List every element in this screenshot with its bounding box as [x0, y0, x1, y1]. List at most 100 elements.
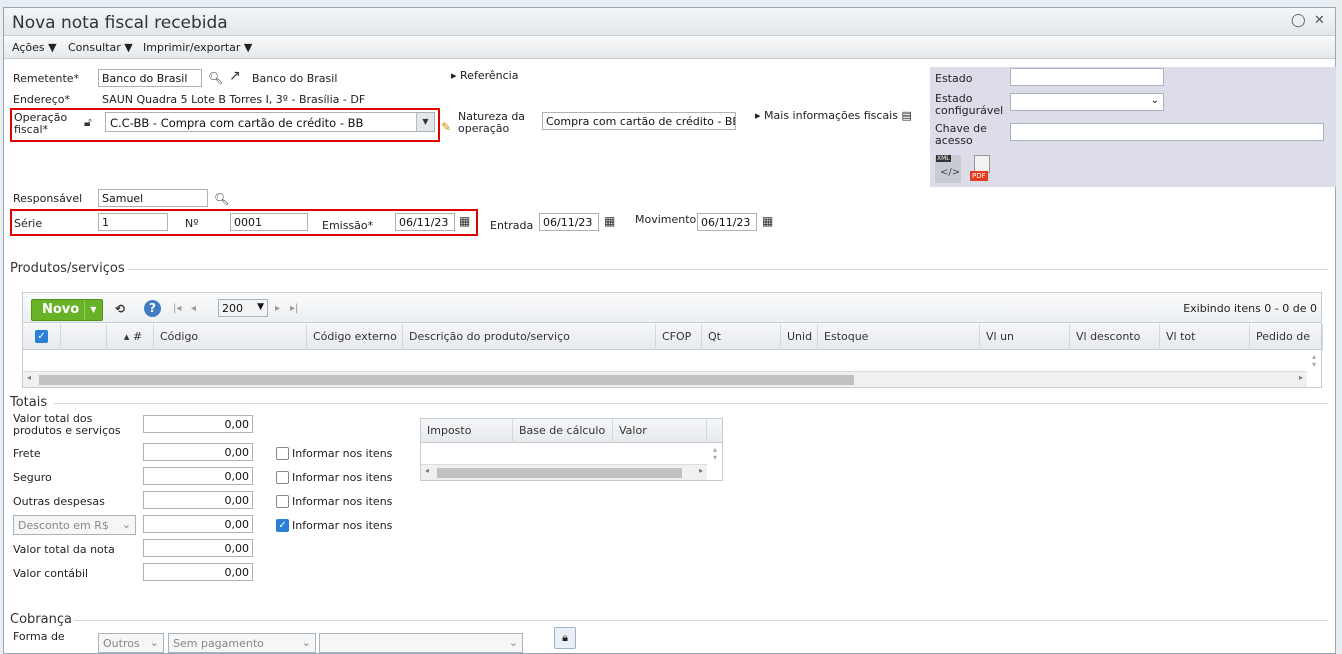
serie-input[interactable]: 1 [98, 213, 168, 231]
pencil-icon[interactable]: ✎ [441, 120, 451, 134]
desconto-type-select[interactable]: Desconto em R$ ⌄ [13, 515, 136, 535]
col-descricao[interactable]: Descrição do produto/serviço [403, 324, 656, 350]
numero-input[interactable]: 0001 [230, 213, 308, 231]
chevron-down-icon: ▼ [257, 302, 264, 312]
first-page-icon[interactable]: |◂ [173, 302, 181, 316]
remetente-link[interactable]: Banco do Brasil [252, 73, 337, 85]
col-estoque[interactable]: Estoque [818, 324, 980, 350]
valor-total-nota-input[interactable]: 0,00 [143, 539, 253, 557]
list-icon: ▤ [901, 109, 912, 122]
serie-label: Série [14, 217, 43, 230]
col-imposto[interactable]: Imposto [421, 419, 513, 443]
last-page-icon[interactable]: ▸| [290, 302, 298, 316]
forma-label: Forma de [13, 630, 65, 643]
operacao-select[interactable]: C.C-BB - Compra com cartão de crédito - … [105, 112, 435, 132]
close-icon[interactable]: ✕ [1314, 13, 1325, 28]
search-icon[interactable]: 🔍︎ [208, 71, 223, 85]
select-all-cell[interactable]: ✓ [23, 324, 61, 350]
seguro-input[interactable]: 0,00 [143, 467, 253, 485]
chevron-down-icon: ⌄ [301, 636, 311, 649]
valor-total-produtos-input[interactable]: 0,00 [143, 415, 253, 433]
xml-icon[interactable]: XML </> [935, 155, 961, 183]
calendar-icon[interactable]: ▦ [762, 214, 773, 228]
endereco-value: SAUN Quadra 5 Lote B Torres I, 3º - Bras… [102, 93, 366, 106]
remetente-input[interactable]: Banco do Brasil [98, 69, 202, 87]
frete-input[interactable]: 0,00 [143, 443, 253, 461]
responsavel-input[interactable]: Samuel [98, 189, 208, 207]
chevron-down-icon: ⌄ [508, 636, 518, 649]
movimento-label: Movimento [635, 213, 697, 226]
chevron-down-icon: ▼ [416, 113, 434, 131]
impostos-vscroll-arrows[interactable]: ▴ ▾ [713, 446, 717, 462]
col-vl-desconto[interactable]: Vl desconto [1070, 324, 1160, 350]
seguro-informar-label: Informar nos itens [292, 471, 393, 484]
page-size-select[interactable]: 200 ▼ [218, 299, 268, 317]
col-cfop[interactable]: CFOP [656, 324, 702, 350]
calendar-icon[interactable]: ▦ [459, 214, 470, 228]
col-codigo-externo[interactable]: Código externo [307, 324, 403, 350]
col-vl-tot[interactable]: Vl tot [1160, 324, 1250, 350]
lock-icon[interactable]: 🔒︎ [554, 627, 576, 649]
emissao-input[interactable]: 06/11/23 [395, 213, 455, 231]
col-vl-un[interactable]: Vl un [980, 324, 1070, 350]
estado-input[interactable] [1010, 68, 1164, 86]
col-pedido[interactable]: Pedido de [1250, 324, 1323, 350]
col-valor[interactable]: Valor [613, 419, 707, 443]
prev-page-icon[interactable]: ◂ [191, 302, 196, 316]
referencia-toggle[interactable]: ▸ Referência [451, 70, 518, 82]
chat-icon[interactable]: ◯ [1291, 13, 1306, 28]
desconto-input[interactable]: 0,00 [143, 515, 253, 533]
col-qt[interactable]: Qt [702, 324, 781, 350]
divider [128, 269, 1328, 270]
calendar-icon[interactable]: ▦ [604, 214, 615, 228]
novo-button[interactable]: Novo ▼ [31, 299, 103, 321]
entrada-label: Entrada [490, 219, 534, 232]
emissao-label: Emissão* [322, 219, 374, 232]
menu-consultar[interactable]: Consultar ▼ [68, 41, 133, 54]
entrada-input[interactable]: 06/11/23 [539, 213, 599, 231]
menu-acoes[interactable]: Ações ▼ [12, 41, 57, 54]
conta-select[interactable]: ⌄ [319, 633, 523, 653]
chevron-down-icon: ⌄ [149, 636, 159, 649]
seguro-label: Seguro [13, 471, 52, 484]
pdf-icon[interactable]: PDF [970, 155, 994, 183]
lock-icon[interactable]: 🔓︎ [84, 115, 92, 129]
cobranca-section-title: Cobrança [10, 612, 72, 627]
search-icon[interactable]: 🔍︎ [214, 192, 229, 206]
col-base-calculo[interactable]: Base de cálculo [513, 419, 613, 443]
refresh-icon[interactable]: ⟲ [115, 302, 125, 316]
chave-label: Chave de acesso [935, 122, 987, 147]
frete-informar-checkbox[interactable] [276, 447, 289, 460]
chevron-down-icon: ⌄ [1150, 95, 1159, 106]
valor-total-produtos-label: Valor total dos produtos e serviços [13, 412, 121, 437]
divider [54, 403, 1328, 404]
produtos-section-title: Produtos/serviços [10, 261, 125, 276]
col-codigo[interactable]: Código [154, 324, 307, 350]
desconto-informar-checkbox[interactable]: ✓ [276, 519, 289, 532]
grid-hscrollbar[interactable]: ◂ ▸ [23, 371, 1307, 387]
natureza-input[interactable]: Compra com cartão de crédito - BB [542, 112, 736, 130]
chave-input[interactable] [1010, 123, 1324, 141]
impostos-hscrollbar[interactable]: ◂ ▸ [421, 464, 707, 480]
movimento-input[interactable]: 06/11/23 [697, 213, 757, 231]
chevron-down-icon: ⌄ [121, 518, 131, 531]
outras-despesas-input[interactable]: 0,00 [143, 491, 253, 509]
valor-contabil-input[interactable]: 0,00 [143, 563, 253, 581]
next-page-icon[interactable]: ▸ [275, 302, 280, 316]
help-icon[interactable]: ? [144, 300, 161, 317]
remetente-label: Remetente* [13, 72, 80, 85]
mais-info-toggle[interactable]: ▸ Mais informações fiscais ▤ [755, 110, 912, 122]
grid-header: ✓ ▴ # Código Código externo Descrição do… [23, 324, 1323, 350]
seguro-informar-checkbox[interactable] [276, 471, 289, 484]
select-all-checkbox[interactable]: ✓ [35, 330, 48, 343]
external-link-icon[interactable]: ↗ [229, 69, 241, 83]
cobranca-tipo-select[interactable]: Outros ⌄ [98, 633, 164, 653]
col-hash[interactable]: ▴ # [107, 324, 154, 350]
estado-config-select[interactable]: ⌄ [1010, 93, 1164, 111]
grid-vscroll-arrows[interactable]: ▴ ▾ [1312, 353, 1316, 369]
col-unid[interactable]: Unid [781, 324, 818, 350]
menu-imprimir-exportar[interactable]: Imprimir/exportar ▼ [143, 41, 252, 54]
outras-despesas-label: Outras despesas [13, 495, 105, 508]
outras-informar-checkbox[interactable] [276, 495, 289, 508]
forma-pagamento-select[interactable]: Sem pagamento ⌄ [168, 633, 316, 653]
